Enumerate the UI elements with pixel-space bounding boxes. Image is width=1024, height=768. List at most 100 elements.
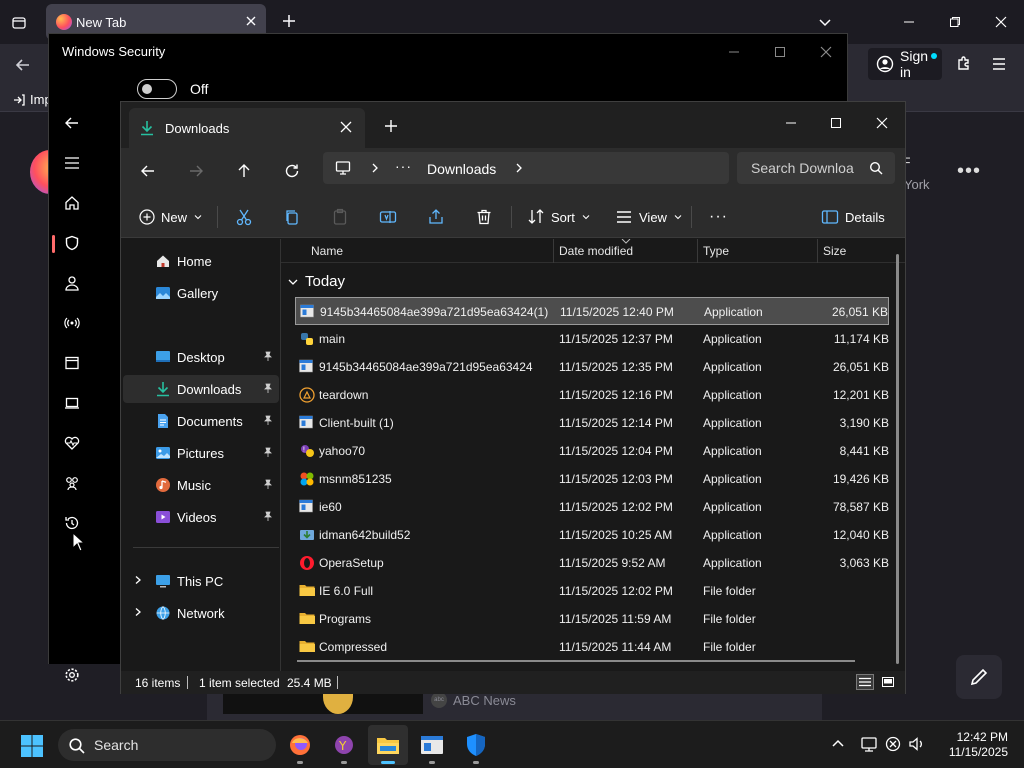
column-type[interactable]: Type xyxy=(703,244,729,258)
nav-item-network[interactable]: Network xyxy=(123,599,279,627)
pin-icon[interactable] xyxy=(263,351,273,361)
delete-button[interactable] xyxy=(475,206,493,228)
taskbar-app-window[interactable] xyxy=(412,725,452,765)
forward-arrow-icon[interactable] xyxy=(183,158,209,184)
more-options-icon[interactable]: ••• xyxy=(957,160,981,183)
maximize-icon[interactable] xyxy=(768,42,792,62)
address-field[interactable]: ··· Downloads xyxy=(323,152,729,184)
pin-icon[interactable] xyxy=(263,415,273,425)
person-icon[interactable] xyxy=(61,272,83,294)
browser-restore-icon[interactable] xyxy=(940,10,970,34)
close-icon[interactable] xyxy=(244,14,258,28)
maximize-icon[interactable] xyxy=(821,110,851,136)
close-icon[interactable] xyxy=(867,110,897,136)
nav-item-desktop[interactable]: Desktop xyxy=(123,343,279,371)
file-row[interactable]: 9145b34465084ae399a721d95ea63424 11/15/20… xyxy=(295,353,889,381)
column-name[interactable]: Name xyxy=(311,244,343,258)
chevron-down-icon[interactable] xyxy=(817,14,833,30)
rename-button[interactable] xyxy=(379,206,397,228)
new-button[interactable]: New xyxy=(139,206,203,228)
nav-item-documents[interactable]: Documents xyxy=(123,407,279,435)
app-browser-icon[interactable] xyxy=(61,352,83,374)
file-row[interactable]: main 11/15/2025 12:37 PM Application 11,174… xyxy=(295,325,889,353)
nav-item-videos[interactable]: Videos xyxy=(123,503,279,531)
file-row[interactable]: teardown 11/15/2025 12:16 PM Application 12… xyxy=(295,381,889,409)
taskbar-file-explorer[interactable] xyxy=(368,725,408,765)
pin-icon[interactable] xyxy=(263,447,273,457)
search-icon[interactable] xyxy=(869,161,883,175)
browser-minimize-icon[interactable] xyxy=(894,10,924,34)
nav-item-downloads[interactable]: Downloads xyxy=(123,375,279,403)
file-row[interactable]: IE 6.0 Full 11/15/2025 12:02 PM File folde… xyxy=(295,577,889,605)
windows-start-icon[interactable] xyxy=(20,734,44,758)
chevron-right-icon[interactable] xyxy=(369,162,381,174)
nav-item-music[interactable]: Music xyxy=(123,471,279,499)
file-row[interactable]: Compressed 11/15/2025 11:44 AM File folder xyxy=(295,633,889,661)
file-row[interactable]: idman642build52 11/15/2025 10:25 AM Applic… xyxy=(295,521,889,549)
file-row[interactable]: Client-built (1) 11/15/2025 12:14 PM Appli… xyxy=(295,409,889,437)
chevron-right-icon[interactable] xyxy=(133,607,143,617)
shield-icon[interactable] xyxy=(61,232,83,254)
share-button[interactable] xyxy=(427,206,445,228)
pin-icon[interactable] xyxy=(263,511,273,521)
new-tab-plus-icon[interactable] xyxy=(383,118,399,134)
breadcrumb-downloads[interactable]: Downloads xyxy=(427,161,496,177)
import-bookmarks-link[interactable]: Imp xyxy=(12,92,52,107)
hamburger-menu-icon[interactable] xyxy=(990,55,1008,73)
vertical-scrollbar[interactable] xyxy=(896,254,899,664)
sign-in-button[interactable]: Sign in xyxy=(868,48,942,80)
file-row[interactable]: OperaSetup 11/15/2025 9:52 AM Application 3… xyxy=(295,549,889,577)
nav-item-this-pc[interactable]: This PC xyxy=(123,567,279,595)
back-arrow-icon[interactable] xyxy=(135,158,161,184)
minimize-icon[interactable] xyxy=(722,42,746,62)
refresh-icon[interactable] xyxy=(279,158,305,184)
cut-button[interactable] xyxy=(235,206,253,228)
chevron-up-icon[interactable] xyxy=(830,735,846,751)
close-icon[interactable] xyxy=(814,42,838,62)
up-arrow-icon[interactable] xyxy=(231,158,257,184)
system-clock[interactable]: 12:42 PM 11/15/2025 xyxy=(936,730,1008,760)
paste-button[interactable] xyxy=(331,206,349,228)
volume-icon[interactable] xyxy=(908,735,926,753)
health-heart-icon[interactable] xyxy=(61,432,83,454)
tiles-view-button[interactable] xyxy=(879,674,897,690)
nav-item-pictures[interactable]: Pictures xyxy=(123,439,279,467)
back-arrow-icon[interactable] xyxy=(61,112,83,134)
pin-icon[interactable] xyxy=(263,383,273,393)
file-row[interactable]: Programs 11/15/2025 11:59 AM File folder xyxy=(295,605,889,633)
group-header-today[interactable]: Today xyxy=(287,273,345,290)
file-row[interactable]: msnm851235 11/15/2025 12:03 PM Application… xyxy=(295,465,889,493)
column-date-modified[interactable]: Date modified xyxy=(559,244,633,258)
extensions-icon[interactable] xyxy=(955,55,973,73)
copy-button[interactable] xyxy=(283,206,301,228)
file-row[interactable]: 9145b34465084ae399a721d95ea63424(1) 11/15… xyxy=(295,297,889,325)
home-icon[interactable] xyxy=(61,192,83,214)
column-size[interactable]: Size xyxy=(823,244,846,258)
wireless-icon[interactable] xyxy=(61,312,83,334)
chevron-right-icon[interactable] xyxy=(133,575,143,585)
laptop-icon[interactable] xyxy=(61,392,83,414)
taskbar-firefox[interactable] xyxy=(280,725,320,765)
close-icon[interactable] xyxy=(339,120,353,134)
tray-display-icon[interactable] xyxy=(860,735,878,753)
back-arrow-icon[interactable] xyxy=(14,56,32,74)
taskbar-search[interactable]: Search xyxy=(58,729,276,761)
sort-button[interactable]: Sort xyxy=(527,206,591,228)
nav-item-home[interactable]: Home xyxy=(123,247,279,275)
view-button[interactable]: View xyxy=(615,206,683,228)
gear-icon[interactable] xyxy=(61,664,83,686)
details-view-button[interactable] xyxy=(856,674,874,690)
browser-close-icon[interactable] xyxy=(986,10,1016,34)
history-icon[interactable] xyxy=(61,512,83,534)
file-row[interactable]: ! yahoo70 11/15/2025 12:04 PM Application 8,… xyxy=(295,437,889,465)
chevron-right-icon[interactable] xyxy=(513,162,525,174)
taskbar-chat-app[interactable]: Y xyxy=(324,725,364,765)
horizontal-scrollbar[interactable] xyxy=(297,660,855,662)
more-options-button[interactable]: ··· xyxy=(709,206,728,228)
tab-list-icon[interactable] xyxy=(8,12,30,34)
breadcrumb-overflow[interactable]: ··· xyxy=(395,158,412,174)
file-row[interactable]: ie60 11/15/2025 12:02 PM Application 78,587… xyxy=(295,493,889,521)
customize-pencil-button[interactable] xyxy=(956,655,1002,699)
protection-toggle[interactable] xyxy=(137,79,177,99)
network-disconnected-icon[interactable] xyxy=(884,735,902,753)
